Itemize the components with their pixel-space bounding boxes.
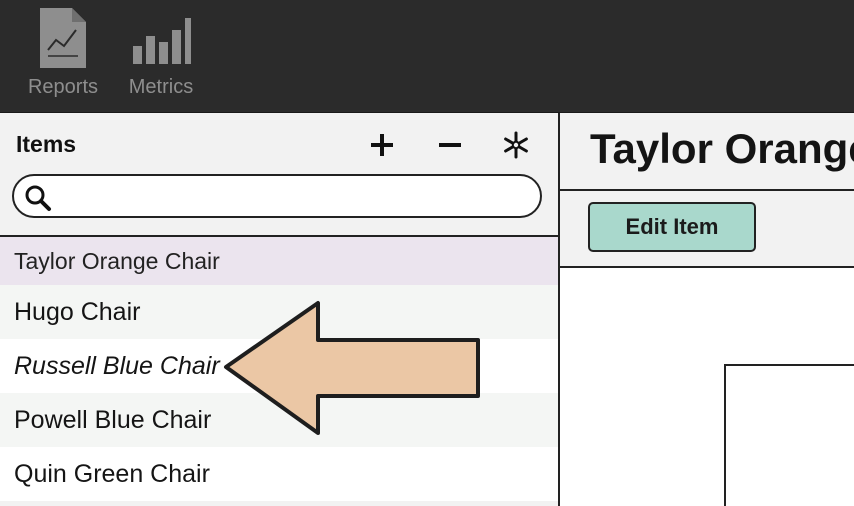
items-panel-title: Items <box>16 131 77 157</box>
list-item[interactable]: Quin Green Chair <box>0 447 558 501</box>
toolbar-reports-button[interactable]: Reports <box>18 6 108 99</box>
item-preview-frame <box>724 364 854 506</box>
add-item-button[interactable] <box>364 127 400 163</box>
items-panel: Items Taylor Orange Chair Hugo Chair Rus… <box>0 113 560 506</box>
item-options-button[interactable] <box>498 127 534 163</box>
remove-item-button[interactable] <box>432 127 468 163</box>
asterisk-icon <box>504 131 528 159</box>
report-document-icon <box>40 8 86 68</box>
detail-panel: Taylor Orange Chair Edit Item <box>560 113 854 506</box>
plus-icon <box>371 134 393 156</box>
detail-header: Taylor Orange Chair <box>560 113 854 191</box>
search-field[interactable] <box>12 174 542 218</box>
items-panel-header: Items <box>0 113 558 237</box>
edit-item-button[interactable]: Edit Item <box>588 202 756 252</box>
minus-icon <box>439 143 461 147</box>
top-toolbar: Reports Metrics <box>0 0 854 113</box>
toolbar-metrics-label: Metrics <box>128 76 194 98</box>
page-title: Taylor Orange Chair <box>590 125 854 172</box>
list-item[interactable]: Russell Blue Chair <box>0 339 558 393</box>
search-icon <box>25 185 51 211</box>
item-list: Taylor Orange Chair Hugo Chair Russell B… <box>0 237 558 501</box>
list-item[interactable]: Taylor Orange Chair <box>0 237 558 285</box>
bar-chart-icon <box>133 18 191 64</box>
detail-toolbar: Edit Item <box>560 191 854 268</box>
toolbar-metrics-button[interactable]: Metrics <box>116 6 206 99</box>
list-item[interactable]: Hugo Chair <box>0 285 558 339</box>
search-input[interactable] <box>58 182 532 212</box>
list-item[interactable]: Powell Blue Chair <box>0 393 558 447</box>
toolbar-reports-label: Reports <box>27 76 99 98</box>
